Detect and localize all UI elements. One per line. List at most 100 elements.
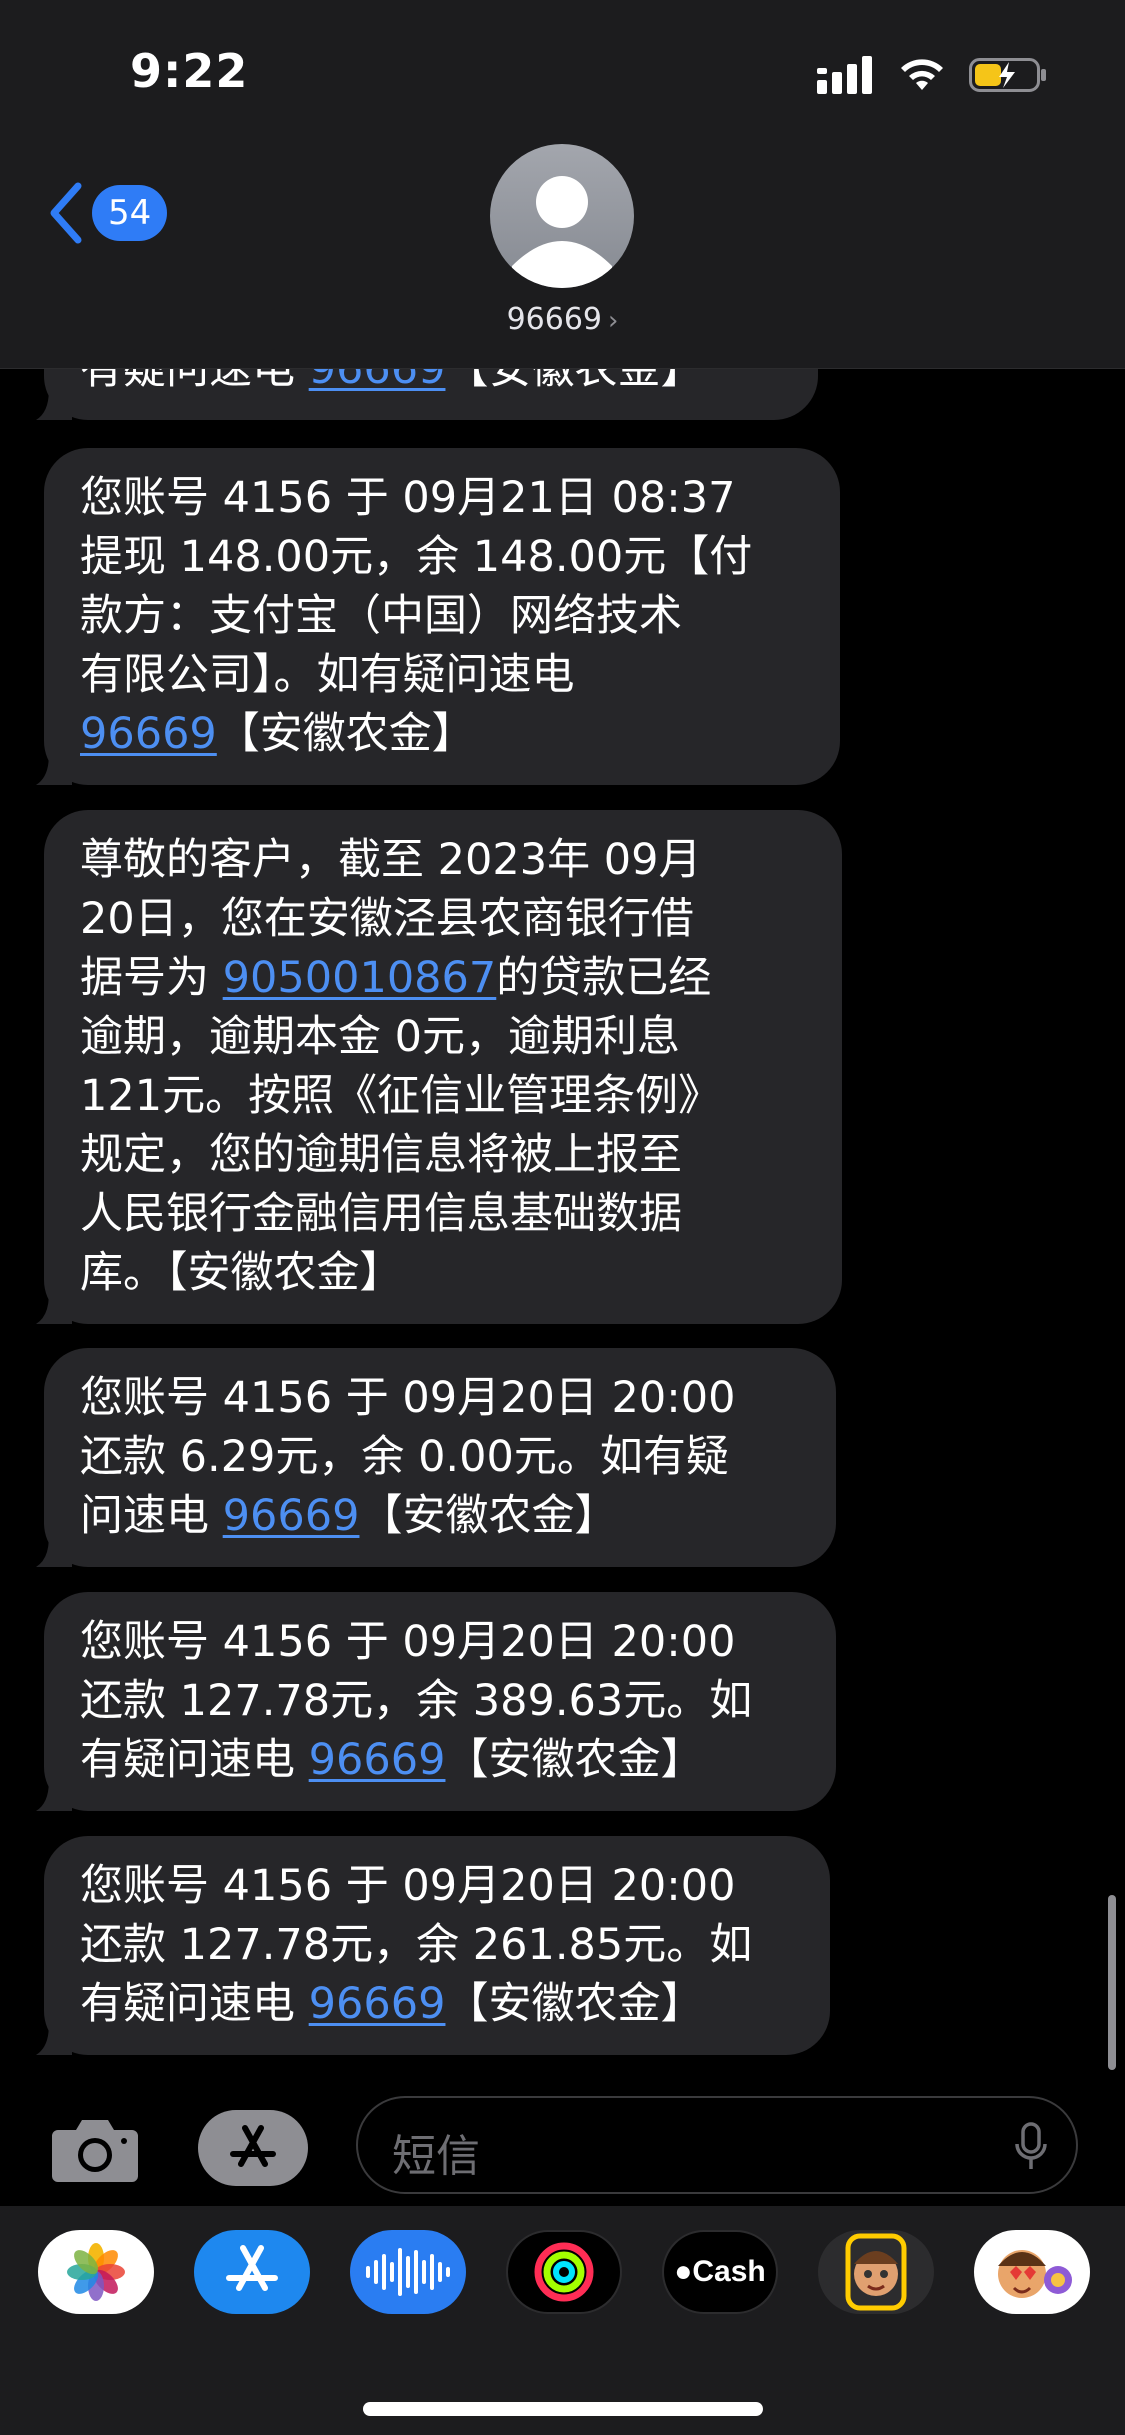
message-text: 库。【安徽农金】 [80,1248,403,1298]
apple-cash-icon: ●Cash [674,2255,766,2288]
message-text: 20日，您在安徽泾县农商银行借 [80,894,694,944]
message-link[interactable]: 96669 [309,1979,446,2029]
camera-icon [52,2120,138,2182]
memoji-stickers-app-button[interactable] [974,2230,1090,2314]
message-line: 逾期，逾期本金 0元，逾期利息 [80,1008,806,1067]
bubble-tail [36,2015,72,2055]
message-text: 121元。按照《征信业管理条例》 [80,1071,722,1121]
camera-button[interactable] [50,2116,140,2184]
message-line: 规定，您的逾期信息将被上报至 [80,1126,806,1185]
message-line: 有限公司】。如有疑问速电 [80,646,804,705]
message-text: 还款 6.29元，余 0.00元。如有疑 [80,1432,729,1482]
message-text: 据号为 [80,953,223,1003]
message-line: 您账号 4156 于 09月20日 20:00 [80,1857,794,1916]
message-line: 您账号 4156 于 09月20日 20:00 [80,1369,800,1428]
message-link[interactable]: 96669 [223,1491,360,1541]
message-bubble[interactable]: 尊敬的客户，截至 2023年 09月 20日，您在安徽泾县农商银行借 据号为 905… [44,810,842,1324]
message-text: 【安徽农金】 [216,709,475,759]
contact-name[interactable]: 96669 › [0,302,1125,337]
message-line: 库。【安徽农金】 [80,1244,806,1303]
wifi-icon [901,59,943,90]
message-line: 人民银行金融信用信息基础数据 [80,1185,806,1244]
message-line: 有疑问速电 96669【安徽农金】 [80,1731,800,1790]
message-text: 有疑问速电 [80,1735,309,1785]
memoji-stickers-icon [998,2250,1072,2298]
message-input-placeholder: 短信 [392,2131,480,2182]
message-text: 的贷款已经 [496,953,712,1003]
message-line: 您账号 4156 于 09月21日 08:37 [80,469,804,528]
photos-icon [67,2243,125,2301]
memoji-app-button[interactable] [818,2230,934,2314]
chevron-left-icon [50,182,82,244]
conversation-header: 9:22 54 96669 › [0,0,1125,369]
audio-message-icon [366,2248,450,2296]
person-icon [512,176,612,288]
message-text: 尊敬的客户，截至 2023年 09月 [80,835,702,885]
message-line: 有疑问速电 96669【安徽农金】 [80,1975,794,2034]
message-text: 问速电 [80,1491,223,1541]
status-time: 9:22 [130,44,249,98]
message-link[interactable]: 9050010867 [223,953,497,1003]
message-bubble[interactable]: 您账号 4156 于 09月20日 20:00 还款 127.78元，余 261.… [44,1836,830,2055]
message-line: 还款 127.78元，余 261.85元。如 [80,1916,794,1975]
message-line: 96669【安徽农金】 [80,705,804,764]
message-text: 有限公司】。如有疑问速电 [80,650,575,700]
bubble-tail [36,745,72,785]
apps-button[interactable] [198,2110,308,2186]
message-line: 还款 127.78元，余 389.63元。如 [80,1672,800,1731]
message-text: 【安徽农金】 [359,1491,618,1541]
app-drawer: ●Cash [0,2206,1125,2435]
photos-app-button[interactable] [38,2230,154,2314]
message-text: 规定，您的逾期信息将被上报至 [80,1130,682,1180]
message-link[interactable]: 96669 [309,1735,446,1785]
message-line: 款方：支付宝（中国）网络技术 [80,587,804,646]
message-input[interactable]: 短信 [356,2096,1078,2194]
message-line: 还款 6.29元，余 0.00元。如有疑 [80,1428,800,1487]
message-text: 您账号 4156 于 09月20日 20:00 [80,1373,736,1423]
battery-charging-icon [969,58,1046,92]
message-line: 问速电 96669【安徽农金】 [80,1487,800,1546]
message-bubble[interactable]: 您账号 4156 于 09月20日 20:00 还款 6.29元，余 0.00元。… [44,1348,836,1567]
contact-name-label: 96669 [506,302,603,337]
home-indicator[interactable] [363,2402,763,2416]
fitness-activity-icon [534,2242,594,2302]
message-line: 您账号 4156 于 09月20日 20:00 [80,1613,800,1672]
contact-avatar[interactable] [490,144,634,288]
app-store-icon [226,2245,278,2291]
message-text: 逾期，逾期本金 0元，逾期利息 [80,1012,681,1062]
message-text: 【安徽农金】 [445,1979,704,2029]
back-button[interactable]: 54 [48,182,168,244]
message-text: 还款 127.78元，余 389.63元。如 [80,1676,753,1726]
apple-cash-app-button[interactable]: ●Cash [662,2230,778,2314]
microphone-icon[interactable] [1014,2122,1048,2172]
message-text: 提现 148.00元，余 148.00元【付 [80,532,753,582]
app-store-app-button[interactable] [194,2230,310,2314]
compose-bar: 短信 [0,2090,1125,2206]
message-line: 据号为 9050010867的贷款已经 [80,949,806,1008]
bubble-tail [36,1771,72,1811]
bubble-tail [36,380,72,420]
cellular-signal-icon [817,56,872,94]
message-text: 还款 127.78元，余 261.85元。如 [80,1920,753,1970]
scroll-indicator[interactable] [1108,1895,1116,2070]
message-text: 您账号 4156 于 09月20日 20:00 [80,1617,736,1667]
message-bubble[interactable]: 您账号 4156 于 09月20日 20:00 还款 127.78元，余 389.… [44,1592,836,1811]
unread-count-badge: 54 [92,185,168,241]
message-text: 有疑问速电 [80,1979,309,2029]
message-bubble[interactable]: 您账号 4156 于 09月21日 08:37 提现 148.00元，余 148.… [44,448,840,785]
message-text: 人民银行金融信用信息基础数据 [80,1189,682,1239]
status-icons [817,50,1049,100]
memoji-icon [845,2233,907,2311]
fitness-app-button[interactable] [506,2230,622,2314]
message-text: 【安徽农金】 [445,1735,704,1785]
app-store-icon [230,2125,276,2167]
audio-message-app-button[interactable] [350,2230,466,2314]
message-link[interactable]: 96669 [80,709,217,759]
message-text: 款方：支付宝（中国）网络技术 [80,591,682,641]
message-text: 您账号 4156 于 09月21日 08:37 [80,473,736,523]
apple-cash-label: Cash [692,2255,766,2288]
bubble-tail [36,1527,72,1567]
chevron-right-icon: › [608,306,619,336]
message-line: 20日，您在安徽泾县农商银行借 [80,890,806,949]
message-line: 121元。按照《征信业管理条例》 [80,1067,806,1126]
